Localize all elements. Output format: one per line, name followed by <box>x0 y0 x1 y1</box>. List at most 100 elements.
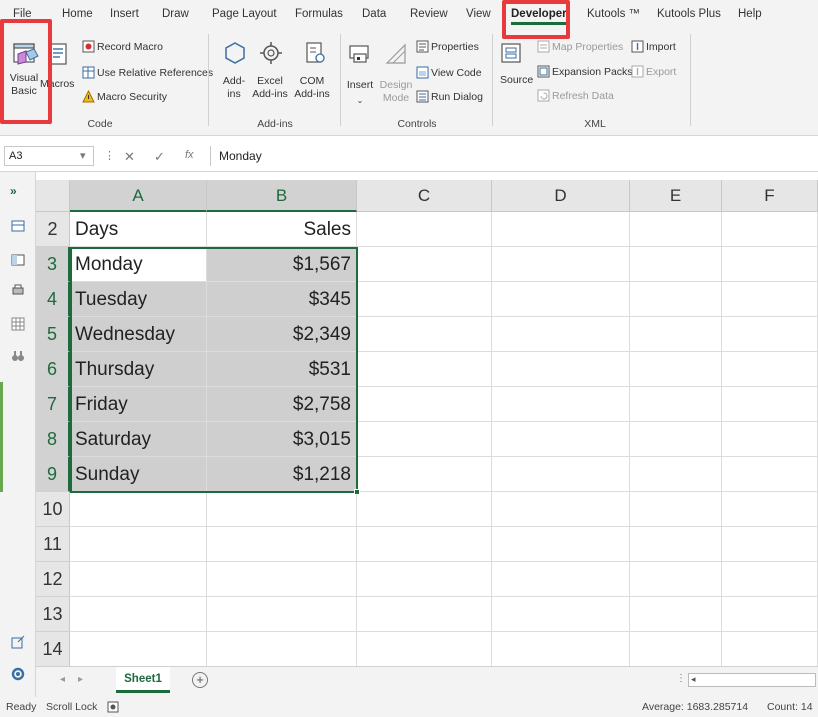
cell-empty[interactable] <box>722 632 818 667</box>
tab-developer[interactable]: Developer <box>511 8 567 25</box>
cell-empty[interactable] <box>357 457 492 492</box>
header-icon[interactable] <box>10 252 26 268</box>
cell-empty[interactable] <box>492 632 630 667</box>
expand-icon[interactable]: » <box>10 184 26 200</box>
export-button[interactable]: Export <box>646 66 676 79</box>
cell-empty[interactable] <box>357 282 492 317</box>
cell-b[interactable] <box>207 527 357 562</box>
cell-b[interactable]: $345 <box>207 282 357 317</box>
cell-empty[interactable] <box>492 247 630 282</box>
cell-empty[interactable] <box>630 632 722 667</box>
row-header[interactable]: 12 <box>36 562 70 597</box>
tab-page-layout[interactable]: Page Layout <box>212 8 277 20</box>
cell-empty[interactable] <box>492 317 630 352</box>
row-header[interactable]: 3 <box>36 247 70 282</box>
cell-empty[interactable] <box>630 317 722 352</box>
cell-empty[interactable] <box>357 317 492 352</box>
tab-draw[interactable]: Draw <box>162 8 189 20</box>
horizontal-scrollbar[interactable]: ◂ <box>688 673 816 687</box>
cell-empty[interactable] <box>357 212 492 247</box>
cell-empty[interactable] <box>357 632 492 667</box>
excel-addins-button[interactable]: Excel Add-ins <box>250 75 290 101</box>
expansion-packs-button[interactable]: Expansion Packs <box>552 66 633 79</box>
tab-splitter-dots-icon[interactable]: ⋮ <box>676 673 686 684</box>
macro-security-button[interactable]: Macro Security <box>97 91 167 104</box>
cell-empty[interactable] <box>722 597 818 632</box>
tab-view[interactable]: View <box>466 8 491 20</box>
row-header[interactable]: 2 <box>36 212 70 247</box>
cell-empty[interactable] <box>722 422 818 457</box>
row-header[interactable]: 13 <box>36 597 70 632</box>
cell-empty[interactable] <box>722 247 818 282</box>
cell-a[interactable]: Sunday <box>70 457 207 492</box>
next-sheet-icon[interactable]: ▸ <box>78 674 83 685</box>
cell-empty[interactable] <box>492 562 630 597</box>
cell-empty[interactable] <box>630 352 722 387</box>
cell-b[interactable] <box>207 632 357 667</box>
cell-b[interactable] <box>207 597 357 632</box>
popout-icon[interactable] <box>10 634 26 650</box>
cell-empty[interactable] <box>492 422 630 457</box>
cell-empty[interactable] <box>357 422 492 457</box>
row-header[interactable]: 11 <box>36 527 70 562</box>
tab-data[interactable]: Data <box>362 8 386 20</box>
column-header-a[interactable]: A <box>70 180 207 212</box>
cell-b[interactable]: $531 <box>207 352 357 387</box>
cell-b[interactable] <box>207 492 357 527</box>
insert-function-icon[interactable]: fx <box>185 149 194 161</box>
tab-review[interactable]: Review <box>410 8 448 20</box>
cell-empty[interactable] <box>722 492 818 527</box>
row-header[interactable]: 10 <box>36 492 70 527</box>
add-sheet-button[interactable]: + <box>192 672 208 688</box>
sheet-tab-sheet1[interactable]: Sheet1 <box>116 667 170 693</box>
cell-b[interactable]: Sales <box>207 212 357 247</box>
cell-empty[interactable] <box>630 527 722 562</box>
cell-empty[interactable] <box>492 387 630 422</box>
column-header-c[interactable]: C <box>357 180 492 212</box>
cancel-icon[interactable]: ✕ <box>124 149 135 165</box>
cell-empty[interactable] <box>630 212 722 247</box>
macros-button[interactable]: Macros <box>40 78 74 91</box>
row-header[interactable]: 14 <box>36 632 70 667</box>
column-header-b[interactable]: B <box>207 180 357 212</box>
cell-empty[interactable] <box>492 457 630 492</box>
cell-a[interactable]: Tuesday <box>70 282 207 317</box>
cell-b[interactable] <box>207 562 357 597</box>
tab-help[interactable]: Help <box>738 8 762 20</box>
enter-icon[interactable]: ✓ <box>154 149 165 165</box>
cell-a[interactable] <box>70 597 207 632</box>
cell-a[interactable]: Friday <box>70 387 207 422</box>
cell-empty[interactable] <box>630 247 722 282</box>
import-button[interactable]: Import <box>646 41 676 54</box>
grid-icon[interactable] <box>10 316 26 332</box>
cell-empty[interactable] <box>357 597 492 632</box>
cell-a[interactable]: Wednesday <box>70 317 207 352</box>
cell-empty[interactable] <box>722 527 818 562</box>
binoculars-icon[interactable] <box>10 348 26 364</box>
cell-a[interactable]: Days <box>70 212 207 247</box>
cell-b[interactable]: $2,349 <box>207 317 357 352</box>
column-header-f[interactable]: F <box>722 180 818 212</box>
cell-empty[interactable] <box>357 492 492 527</box>
cell-empty[interactable] <box>492 352 630 387</box>
cell-empty[interactable] <box>630 492 722 527</box>
cell-b[interactable]: $2,758 <box>207 387 357 422</box>
cell-empty[interactable] <box>492 212 630 247</box>
cell-a[interactable]: Thursday <box>70 352 207 387</box>
visual-basic-button[interactable]: Visual Basic <box>8 72 40 98</box>
tab-home[interactable]: Home <box>62 8 93 20</box>
tab-kutools-plus[interactable]: Kutools Plus <box>657 8 721 20</box>
tab-kutools[interactable]: Kutools ™ <box>587 8 640 20</box>
cell-empty[interactable] <box>722 457 818 492</box>
cell-empty[interactable] <box>630 422 722 457</box>
cell-empty[interactable] <box>357 247 492 282</box>
refresh-data-button[interactable]: Refresh Data <box>552 90 614 103</box>
cell-b[interactable]: $3,015 <box>207 422 357 457</box>
cell-empty[interactable] <box>357 387 492 422</box>
select-all-corner[interactable] <box>36 180 70 212</box>
cell-a[interactable]: Monday <box>70 247 207 282</box>
cell-empty[interactable] <box>722 212 818 247</box>
cell-empty[interactable] <box>630 562 722 597</box>
row-header[interactable]: 8 <box>36 422 70 457</box>
tab-insert[interactable]: Insert <box>110 8 139 20</box>
